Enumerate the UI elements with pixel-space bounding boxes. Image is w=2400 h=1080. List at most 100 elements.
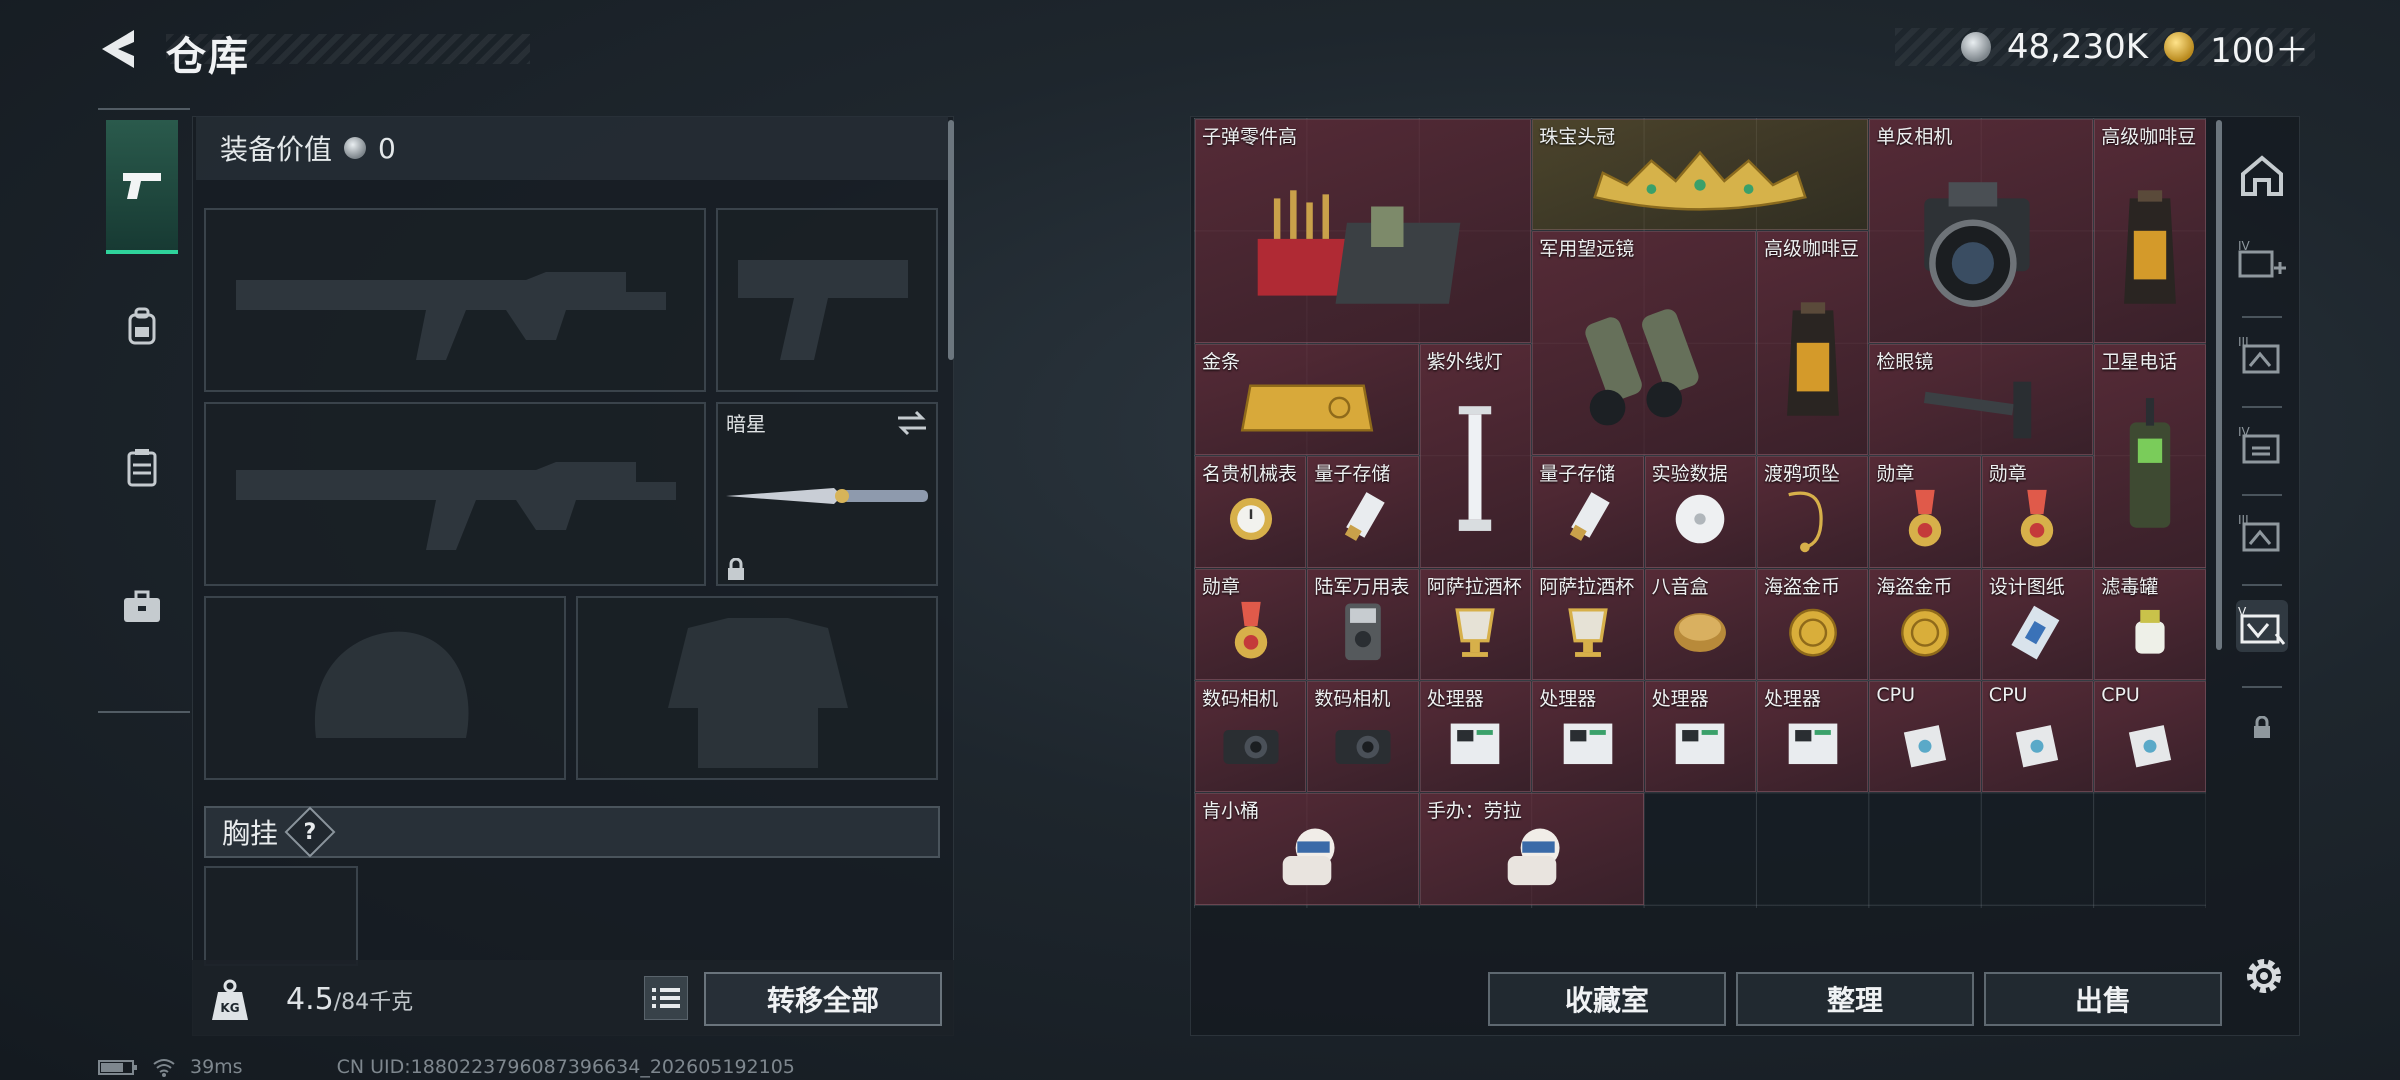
item-name: 金条 (1202, 350, 1241, 373)
storage-home-icon[interactable] (2236, 150, 2288, 202)
storage-page-3b-icon[interactable]: III (2236, 508, 2288, 560)
storage-item[interactable]: 处理器 (1419, 681, 1532, 793)
storage-item[interactable]: 肯小桶 (1195, 793, 1419, 905)
storage-item[interactable]: 阿萨拉酒杯 (1532, 568, 1644, 680)
storage-item[interactable]: 金条 (1195, 343, 1419, 456)
storage-item[interactable]: 检眼镜 (1869, 343, 2094, 456)
item-name: CPU (1988, 684, 2028, 706)
item-name: 阿萨拉酒杯 (1539, 575, 1635, 598)
storage-item[interactable]: 阿萨拉酒杯 (1419, 568, 1532, 680)
storage-item[interactable]: CPU (1869, 681, 1981, 793)
storage-page-3-icon[interactable]: III (2236, 330, 2288, 382)
tab-weapons[interactable] (106, 120, 178, 254)
processor-icon (1767, 703, 1859, 788)
sidearm-slot[interactable] (716, 208, 938, 392)
transfer-all-button[interactable]: 转移全部 (704, 972, 942, 1026)
help-icon[interactable]: ? (284, 806, 336, 858)
storage-item[interactable]: 名贵机械表 (1195, 456, 1307, 568)
item-name: 处理器 (1539, 688, 1597, 710)
storage-item[interactable]: 勋章 (1195, 568, 1307, 680)
gold-amount[interactable]: 100＋ (2210, 23, 2309, 72)
back-arrow-icon[interactable] (98, 26, 138, 72)
tab-chest-rig[interactable] (106, 400, 178, 534)
primary-weapon-slot[interactable] (204, 208, 706, 392)
list-view-button[interactable] (644, 976, 688, 1020)
figure-icon (1215, 815, 1399, 900)
storage-item[interactable]: 处理器 (1644, 681, 1756, 793)
tab-case[interactable] (106, 540, 178, 674)
storage-item[interactable]: CPU (2094, 681, 2206, 793)
silver-coin-icon (1960, 32, 1991, 62)
chest-rig-slot[interactable] (204, 866, 358, 966)
storage-item[interactable]: 陆军万用表 (1307, 568, 1419, 680)
processor-icon (1429, 703, 1521, 788)
storage-page-5-icon[interactable]: V (2236, 600, 2288, 652)
storage-item[interactable]: 数码相机 (1195, 681, 1307, 793)
usb-icon (1542, 478, 1634, 563)
storage-item[interactable]: 处理器 (1532, 681, 1644, 793)
storage-item[interactable]: 实验数据 (1644, 456, 1756, 568)
storage-item[interactable]: 海盗金币 (1757, 568, 1869, 680)
settings-gear-icon[interactable] (2240, 952, 2288, 1000)
helmet-slot[interactable] (204, 596, 566, 780)
armor-slot[interactable] (576, 596, 938, 780)
item-name: 海盗金币 (1764, 575, 1841, 598)
storage-item[interactable]: 勋章 (1981, 456, 2094, 568)
storage-item[interactable]: 紫外线灯 (1419, 343, 1532, 568)
item-name: 勋章 (1876, 463, 1915, 486)
storage-item[interactable]: 设计图纸 (1981, 568, 2094, 680)
storage-item[interactable]: 子弹零件高 (1195, 119, 1532, 343)
currency-bar: 48,230K 100＋ (1895, 27, 2315, 71)
vest-icon (127, 449, 157, 487)
weight-max: /84千克 (333, 990, 414, 1015)
chest-rig-label: 胸挂 (222, 817, 279, 850)
storage-item[interactable]: 渡鸦项坠 (1757, 456, 1869, 568)
storage-scrollbar[interactable] (2216, 120, 2222, 650)
storage-item[interactable]: 高级咖啡豆 (2094, 119, 2206, 343)
storage-item[interactable]: 勋章 (1869, 456, 1981, 568)
item-name: 名贵机械表 (1202, 463, 1298, 486)
secondary-weapon-slot[interactable] (204, 402, 706, 586)
equipment-scrollbar[interactable] (948, 120, 954, 360)
briefcase-icon (124, 590, 160, 622)
weight-current: 4.5 (286, 982, 334, 1017)
item-name: 紫外线灯 (1426, 350, 1503, 373)
armor-silhouette-icon (668, 618, 848, 768)
silver-amount: 48,230K (2006, 27, 2149, 67)
storage-item[interactable]: 海盗金币 (1869, 568, 1981, 680)
storage-item[interactable]: CPU (1981, 681, 2094, 793)
storage-page-4-icon[interactable]: IV (2236, 420, 2288, 472)
storage-item[interactable]: 手办：劳拉 (1419, 793, 1644, 905)
storage-item[interactable]: 滤毒罐 (2094, 568, 2206, 680)
storage-item[interactable]: 处理器 (1757, 681, 1869, 793)
storage-item[interactable]: 量子存储 (1532, 456, 1644, 568)
storage-page-4-plus-icon[interactable]: IV (2236, 234, 2288, 286)
sort-button[interactable]: 整理 (1736, 972, 1974, 1026)
item-name: 肯小桶 (1202, 800, 1260, 823)
storage-item[interactable]: 军用望远镜 (1532, 231, 1756, 456)
melee-slot[interactable]: 暗星 (716, 402, 938, 586)
sidebar-divider (2242, 494, 2282, 496)
storage-item[interactable]: 卫星电话 (2094, 343, 2206, 568)
weight-readout: 4.5/84千克 (286, 982, 413, 1017)
svg-text:IV: IV (2238, 239, 2251, 253)
item-name: 手办：劳拉 (1426, 800, 1522, 823)
tab-backpack[interactable] (106, 260, 178, 394)
storage-item[interactable]: 数码相机 (1307, 681, 1419, 793)
medal-icon (1205, 591, 1297, 676)
storage-item[interactable]: 量子存储 (1307, 456, 1419, 568)
wifi-icon (153, 1059, 175, 1077)
storage-item[interactable]: 珠宝头冠 (1532, 119, 1869, 231)
pistol-icon (123, 173, 161, 199)
storage-item[interactable]: 单反相机 (1869, 119, 2094, 343)
collection-room-button[interactable]: 收藏室 (1488, 972, 1726, 1026)
gold-coin-icon (2164, 32, 2195, 62)
storage-item[interactable]: 八音盒 (1644, 568, 1756, 680)
weight-icon: KG (212, 979, 248, 1020)
sell-button[interactable]: 出售 (1984, 972, 2222, 1026)
weight-badge-text: KG (220, 1001, 239, 1015)
item-name: 量子存储 (1314, 463, 1391, 486)
item-name: 设计图纸 (1988, 575, 2065, 598)
storage-item[interactable]: 高级咖啡豆 (1757, 231, 1869, 456)
swap-icon[interactable] (896, 410, 928, 436)
